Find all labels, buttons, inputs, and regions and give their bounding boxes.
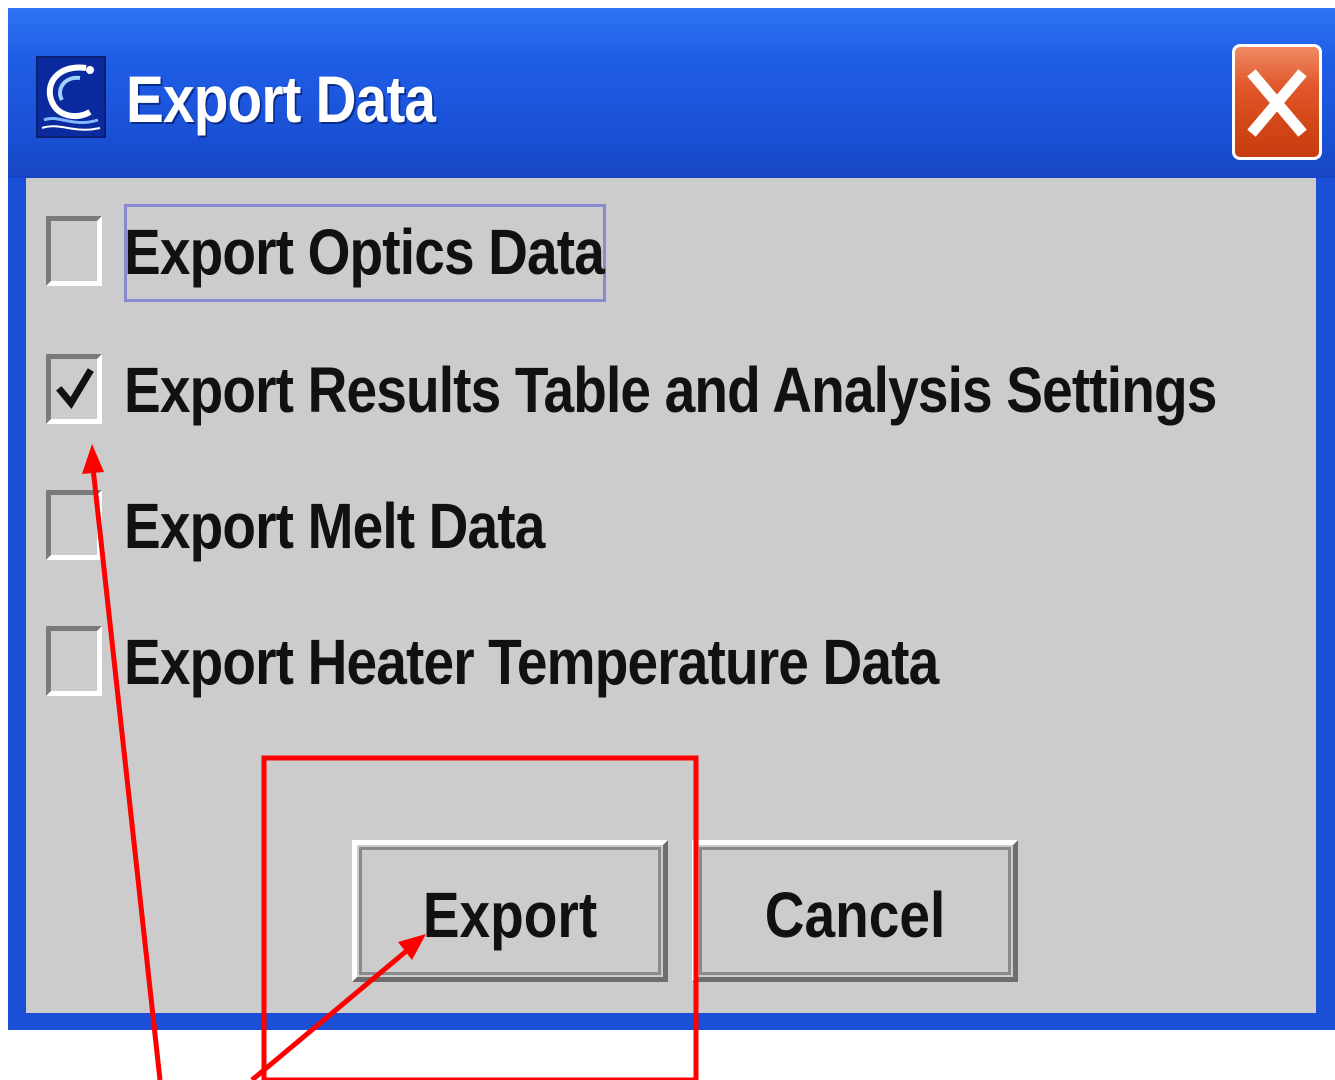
label-export-optics-data[interactable]: Export Optics Data: [124, 220, 605, 284]
dialog-content: Export Optics Data Export Results Table …: [26, 178, 1316, 1013]
close-button[interactable]: [1232, 44, 1322, 160]
option-export-heater-temperature-data: Export Heater Temperature Data: [26, 610, 1316, 710]
window-title: Export Data: [126, 62, 436, 136]
cancel-button-label: Cancel: [764, 879, 946, 951]
close-x-icon: [1247, 69, 1307, 137]
cancel-button[interactable]: Cancel: [692, 840, 1018, 982]
checkbox-export-optics-data[interactable]: [46, 216, 102, 286]
export-data-dialog: Export Data Export Optics Data Export Re…: [8, 8, 1335, 1030]
app-logo-icon: [36, 56, 106, 138]
screenshot-stage: Export Data Export Optics Data Export Re…: [0, 0, 1335, 1080]
label-export-heater-temperature-data[interactable]: Export Heater Temperature Data: [124, 630, 939, 694]
check-mark-icon: [56, 368, 94, 410]
title-bar[interactable]: Export Data: [8, 8, 1335, 178]
label-export-results-table[interactable]: Export Results Table and Analysis Settin…: [124, 358, 1217, 422]
export-button-label: Export: [422, 879, 598, 951]
label-export-melt-data[interactable]: Export Melt Data: [124, 494, 545, 558]
checkbox-export-heater-temperature-data[interactable]: [46, 626, 102, 696]
export-button[interactable]: Export: [352, 840, 668, 982]
checkbox-export-results-table[interactable]: [46, 354, 102, 424]
option-export-melt-data: Export Melt Data: [26, 474, 1316, 574]
option-export-results-table: Export Results Table and Analysis Settin…: [26, 338, 1316, 438]
checkbox-export-melt-data[interactable]: [46, 490, 102, 560]
option-export-optics-data: Export Optics Data: [26, 200, 1316, 302]
